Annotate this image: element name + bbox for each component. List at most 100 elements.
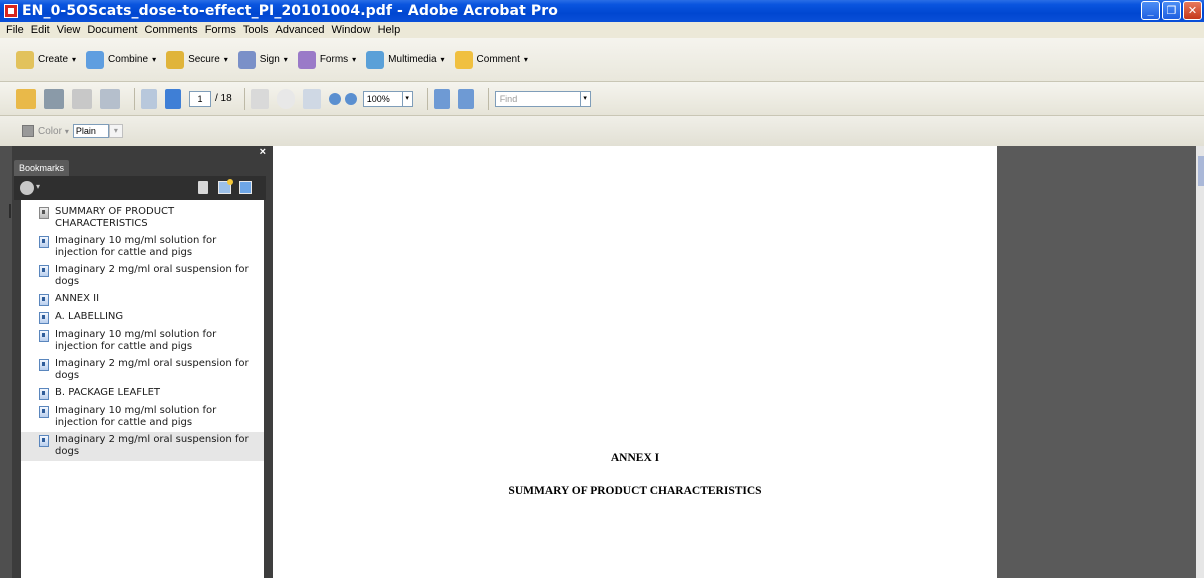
close-icon[interactable]: × bbox=[260, 146, 266, 158]
bookmark-item-selected[interactable]: Imaginary 2 mg/ml oral suspension for do… bbox=[21, 432, 264, 461]
bookmark-label: Imaginary 10 mg/ml solution for injectio… bbox=[55, 329, 217, 352]
lock-icon bbox=[166, 50, 185, 69]
page-number-input[interactable]: 1 bbox=[189, 90, 211, 107]
trash-icon[interactable] bbox=[198, 181, 208, 194]
zoom-out-icon[interactable] bbox=[328, 92, 341, 105]
toolbar-divider bbox=[487, 87, 489, 110]
toolbar-divider bbox=[134, 87, 135, 110]
document-heading: ANNEX I bbox=[610, 452, 660, 464]
expand-bookmark-icon[interactable] bbox=[239, 181, 252, 194]
bookmark-item[interactable]: A. LABELLING bbox=[21, 309, 264, 327]
tasks-toolbar: Create ▾ Combine ▾ Secure ▾ Sign ▾ Forms ▾ Mu… bbox=[0, 38, 1204, 82]
bookmark-item[interactable]: Imaginary 2 mg/ml oral suspension for do… bbox=[21, 262, 264, 291]
color-swatch-icon[interactable] bbox=[22, 125, 34, 137]
bookmark-item[interactable]: Imaginary 2 mg/ml oral suspension for do… bbox=[21, 356, 264, 385]
bookmarks-panel: × Bookmarks ▾ SUMMARY OF PRODUCT CHARACT… bbox=[12, 146, 270, 578]
create-label: Create bbox=[38, 54, 69, 65]
open-folder-icon[interactable] bbox=[16, 88, 36, 109]
create-button[interactable]: Create ▾ bbox=[16, 50, 76, 69]
bookmark-icon bbox=[39, 406, 49, 418]
bookmark-item[interactable]: ANNEX II bbox=[21, 291, 264, 309]
navigation-toolbar: 1 / 18 100% ▾ Find ▾ bbox=[0, 82, 1204, 116]
font-style-field[interactable]: Plain bbox=[72, 124, 109, 138]
window-title: EN_0-5OScats_dose-to-effect_PI_20101004.… bbox=[22, 3, 558, 19]
next-page-icon[interactable] bbox=[165, 88, 181, 109]
title-bar: EN_0-5OScats_dose-to-effect_PI_20101004.… bbox=[0, 0, 1204, 22]
color-label[interactable]: Color bbox=[38, 126, 62, 137]
comment-icon bbox=[454, 50, 473, 69]
bookmark-icon bbox=[39, 388, 49, 400]
bookmark-item[interactable]: Imaginary 10 mg/ml solution for injectio… bbox=[21, 327, 264, 356]
bookmark-icon bbox=[39, 435, 49, 447]
fit-width-icon[interactable] bbox=[433, 88, 450, 109]
menu-advanced[interactable]: Advanced bbox=[276, 24, 325, 36]
marquee-zoom-icon[interactable] bbox=[302, 88, 321, 109]
create-icon bbox=[16, 50, 34, 69]
zoom-dropdown-icon[interactable]: ▾ bbox=[402, 90, 413, 107]
vertical-scrollbar[interactable] bbox=[1196, 146, 1204, 578]
find-dropdown-icon[interactable]: ▾ bbox=[580, 90, 591, 107]
combine-label: Combine bbox=[108, 54, 149, 65]
bookmark-icon bbox=[39, 294, 49, 306]
print-icon[interactable] bbox=[44, 88, 64, 109]
new-bookmark-icon[interactable] bbox=[218, 179, 233, 194]
menu-view[interactable]: View bbox=[57, 24, 81, 36]
tab-bookmarks[interactable]: Bookmarks bbox=[14, 160, 70, 176]
forms-icon bbox=[297, 50, 316, 69]
comment-label: Comment bbox=[476, 54, 520, 65]
menu-help[interactable]: Help bbox=[378, 24, 401, 36]
bookmark-item[interactable]: Imaginary 10 mg/ml solution for injectio… bbox=[21, 403, 264, 432]
menu-edit[interactable]: Edit bbox=[31, 24, 50, 36]
bookmark-label: Imaginary 10 mg/ml solution for injectio… bbox=[55, 235, 217, 258]
minimize-button[interactable]: _ bbox=[1141, 1, 1160, 20]
bookmarks-list: SUMMARY OF PRODUCT CHARACTERISTICS Imagi… bbox=[21, 200, 264, 578]
scrollbar-thumb[interactable] bbox=[1198, 156, 1204, 186]
navigation-pane-strip bbox=[0, 146, 12, 578]
menu-window[interactable]: Window bbox=[331, 24, 370, 36]
hand-tool-icon[interactable] bbox=[276, 88, 295, 109]
bookmark-label: B. PACKAGE LEAFLET bbox=[55, 387, 161, 398]
email-icon[interactable] bbox=[100, 88, 120, 109]
close-button[interactable]: ✕ bbox=[1183, 1, 1202, 20]
find-input[interactable]: Find bbox=[494, 90, 581, 107]
multimedia-button[interactable]: Multimedia ▾ bbox=[366, 50, 445, 69]
bookmark-item[interactable]: Imaginary 10 mg/ml solution for injectio… bbox=[21, 233, 264, 262]
chevron-down-icon[interactable]: ▾ bbox=[36, 182, 40, 191]
menu-comments[interactable]: Comments bbox=[145, 24, 198, 36]
toolbar-divider bbox=[426, 87, 428, 110]
bookmarks-toolbar: ▾ bbox=[14, 176, 266, 200]
bookmark-label: Imaginary 10 mg/ml solution for injectio… bbox=[55, 405, 217, 428]
bookmark-icon bbox=[39, 207, 49, 219]
zoom-level-field[interactable]: 100% bbox=[362, 90, 403, 107]
window-controls: _ ❐ ✕ bbox=[1141, 1, 1202, 20]
bookmark-item[interactable]: SUMMARY OF PRODUCT CHARACTERISTICS bbox=[21, 204, 264, 233]
menu-forms[interactable]: Forms bbox=[205, 24, 236, 36]
document-page[interactable]: ANNEX I SUMMARY OF PRODUCT CHARACTERISTI… bbox=[270, 146, 997, 578]
font-style-dropdown-icon[interactable]: ▾ bbox=[108, 124, 123, 138]
secure-button[interactable]: Secure ▾ bbox=[166, 50, 228, 69]
menu-tools[interactable]: Tools bbox=[243, 24, 269, 36]
previous-page-icon[interactable] bbox=[141, 88, 157, 109]
bookmark-item[interactable]: B. PACKAGE LEAFLET bbox=[21, 385, 264, 403]
bookmark-label: A. LABELLING bbox=[55, 311, 124, 322]
zoom-in-icon[interactable] bbox=[344, 92, 357, 105]
comment-button[interactable]: Comment ▾ bbox=[454, 50, 528, 69]
menu-file[interactable]: File bbox=[6, 24, 24, 36]
select-tool-icon[interactable] bbox=[250, 88, 269, 109]
bookmark-label: ANNEX II bbox=[55, 293, 100, 304]
pane-grip-handle[interactable] bbox=[9, 204, 11, 218]
sign-button[interactable]: Sign ▾ bbox=[237, 50, 288, 69]
acrobat-app-icon[interactable] bbox=[4, 4, 18, 18]
multimedia-icon bbox=[366, 50, 385, 69]
page-total: / 18 bbox=[215, 93, 232, 104]
menu-document[interactable]: Document bbox=[87, 24, 137, 36]
document-subheading: SUMMARY OF PRODUCT CHARACTERISTICS bbox=[508, 485, 762, 497]
maximize-button[interactable]: ❐ bbox=[1162, 1, 1181, 20]
forms-button[interactable]: Forms ▾ bbox=[297, 50, 356, 69]
combine-button[interactable]: Combine ▾ bbox=[86, 50, 156, 69]
gear-icon[interactable] bbox=[20, 181, 34, 195]
save-icon[interactable] bbox=[72, 88, 92, 109]
bookmark-icon bbox=[39, 236, 49, 248]
fit-page-icon[interactable] bbox=[457, 88, 474, 109]
multimedia-label: Multimedia bbox=[388, 54, 437, 65]
